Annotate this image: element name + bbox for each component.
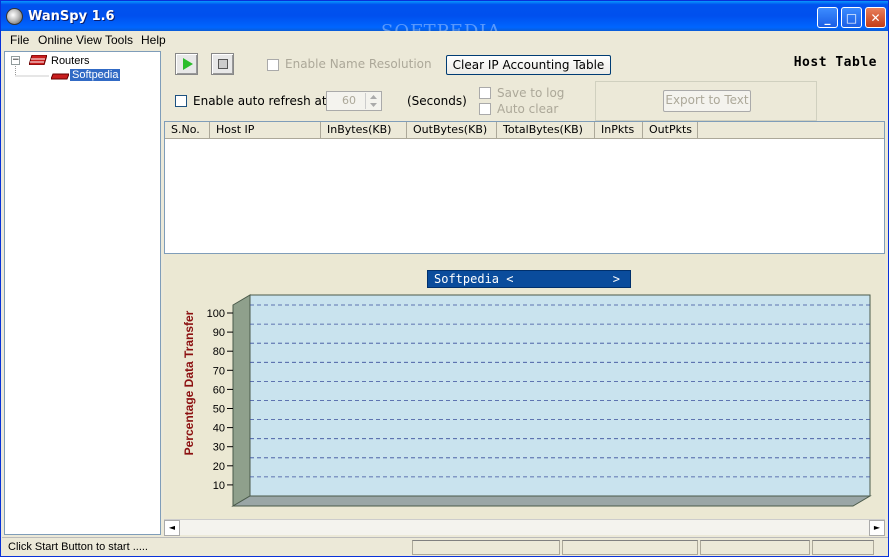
table-header: S.No. Host IP InBytes(KB) OutBytes(KB) T… — [165, 122, 884, 139]
status-panel-4 — [812, 540, 874, 555]
y-tick-label: 10 — [213, 480, 225, 492]
col-sno[interactable]: S.No. — [165, 122, 210, 138]
window-title: WanSpy 1.6 — [28, 9, 115, 24]
refresh-interval-value: 60 — [342, 94, 356, 107]
menu-tools[interactable]: Tools — [105, 33, 133, 47]
close-icon: ✕ — [870, 10, 881, 25]
collapse-icon[interactable]: − — [11, 56, 20, 65]
minimize-icon: _ — [824, 10, 831, 25]
router-icon — [51, 73, 69, 80]
menu-online-view[interactable]: Online View — [38, 33, 102, 47]
y-tick-label: 70 — [213, 365, 225, 377]
right-panel: Enable Name Resolution Clear IP Accounti… — [164, 51, 885, 536]
auto-refresh-label: Enable auto refresh at — [193, 94, 327, 108]
play-icon — [183, 58, 193, 70]
status-panel-1 — [412, 540, 560, 555]
col-outpkts[interactable]: OutPkts — [643, 122, 698, 138]
title-bar[interactable]: WanSpy 1.6 SOFTPEDIA _ □ ✕ — [1, 1, 888, 42]
y-tick-label: 100 — [207, 308, 225, 320]
seconds-label: (Seconds) — [407, 94, 467, 108]
y-tick-label: 40 — [213, 423, 225, 435]
auto-refresh-checkbox[interactable] — [175, 95, 187, 107]
status-panel-3 — [700, 540, 810, 555]
router-tree[interactable]: − Routers Softpedia — [4, 51, 161, 535]
stop-button[interactable] — [211, 53, 234, 75]
app-icon[interactable] — [6, 8, 23, 25]
tree-connector — [15, 66, 49, 77]
save-to-log-checkbox[interactable] — [479, 87, 491, 99]
host-table-title: Host Table — [793, 55, 877, 70]
name-resolution-checkbox[interactable] — [267, 59, 279, 71]
save-to-log-label: Save to log — [497, 86, 565, 100]
start-button[interactable] — [175, 53, 198, 75]
y-tick-label: 80 — [213, 346, 225, 358]
chart-side-wall — [232, 294, 251, 507]
clear-table-button[interactable]: Clear IP Accounting Table — [446, 55, 611, 75]
status-bar: Click Start Button to start ..... — [2, 537, 888, 556]
chart-plot-face — [249, 294, 871, 497]
status-panel-2 — [562, 540, 698, 555]
maximize-icon: □ — [845, 10, 858, 25]
host-table[interactable]: S.No. Host IP InBytes(KB) OutBytes(KB) T… — [164, 121, 885, 254]
main-window: WanSpy 1.6 SOFTPEDIA _ □ ✕ File Online V… — [0, 0, 889, 557]
y-tick-label: 30 — [213, 442, 225, 454]
y-tick-label: 50 — [213, 404, 225, 416]
menu-bar: File Online View Tools Help — [2, 31, 888, 50]
col-inbytes[interactable]: InBytes(KB) — [321, 122, 407, 138]
col-outbytes[interactable]: OutBytes(KB) — [407, 122, 497, 138]
horizontal-scrollbar[interactable]: ◄ ► — [164, 519, 885, 536]
spinner-arrows-icon[interactable] — [365, 93, 380, 109]
col-host-ip[interactable]: Host IP — [210, 122, 321, 138]
menu-file[interactable]: File — [10, 33, 29, 47]
percentage-chart: 10 20 30 40 50 60 70 80 90 100 — [207, 294, 872, 507]
export-button[interactable]: Export to Text — [663, 90, 751, 112]
y-tick-label: 90 — [213, 327, 225, 339]
router-group-icon — [29, 55, 47, 65]
minimize-button[interactable]: _ — [817, 7, 838, 28]
scroll-left-icon[interactable]: ◄ — [164, 520, 180, 536]
y-tick-label: 20 — [213, 461, 225, 473]
refresh-interval-input[interactable]: 60 — [326, 91, 382, 111]
status-message: Click Start Button to start ..... — [8, 541, 148, 553]
maximize-button[interactable]: □ — [841, 7, 862, 28]
toolbar: Enable Name Resolution Clear IP Accounti… — [164, 51, 885, 121]
name-resolution-label: Enable Name Resolution — [285, 57, 432, 71]
menu-help[interactable]: Help — [141, 33, 166, 47]
auto-clear-checkbox[interactable] — [479, 103, 491, 115]
y-tick-label: 60 — [213, 384, 225, 396]
chart-area: Softpedia < > Percentage Data Transfer 1… — [164, 254, 885, 519]
tree-node-softpedia[interactable]: Softpedia — [70, 69, 121, 81]
scroll-right-icon[interactable]: ► — [869, 520, 885, 536]
chart-floor — [231, 495, 872, 507]
tree-node-routers[interactable]: Routers — [51, 55, 90, 67]
close-button[interactable]: ✕ — [865, 7, 886, 28]
stop-icon — [218, 59, 228, 69]
auto-clear-label: Auto clear — [497, 102, 559, 116]
col-inpkts[interactable]: InPkts — [595, 122, 643, 138]
col-totalbytes[interactable]: TotalBytes(KB) — [497, 122, 595, 138]
